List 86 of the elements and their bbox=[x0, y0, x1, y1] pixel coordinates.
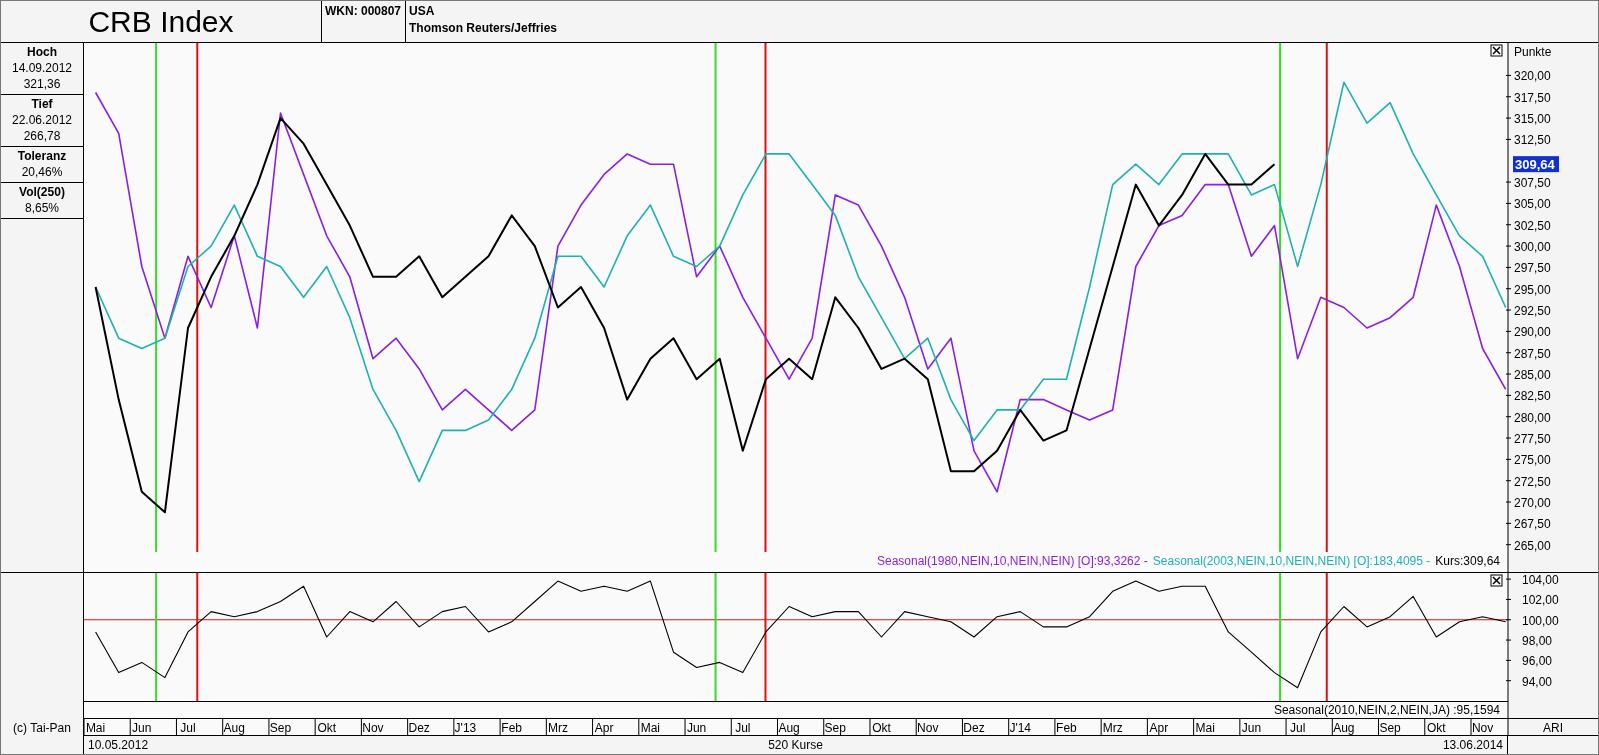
start-date: 10.05.2012 bbox=[88, 738, 150, 753]
price-tag: 309,64 bbox=[1513, 156, 1559, 173]
y-tick-label: 317,50 bbox=[1514, 90, 1551, 105]
y-tick-label: 98,00 bbox=[1522, 634, 1553, 649]
y-tick-label: 94,00 bbox=[1522, 674, 1553, 689]
count-label: 520 Kurse bbox=[768, 738, 823, 753]
month-label: Mai bbox=[640, 721, 661, 735]
month-label: Feb bbox=[501, 721, 522, 735]
stat-value: 22.06.2012 bbox=[11, 112, 73, 128]
month-label: Sep bbox=[1379, 721, 1401, 735]
month-label: Nov bbox=[1471, 721, 1494, 735]
stat-value: 14.09.2012 bbox=[11, 60, 73, 76]
legend-label: Seasonal(2003,NEIN,10,NEIN,NEIN) [O]:183,4095 - bbox=[1152, 554, 1431, 568]
close-icon[interactable] bbox=[1490, 574, 1503, 587]
copyright-label: (c) Tai-Pan bbox=[12, 719, 72, 736]
y-tick-label: 305,00 bbox=[1514, 197, 1551, 212]
month-label: Jul bbox=[180, 721, 196, 735]
y-tick-label: 267,50 bbox=[1514, 517, 1551, 532]
month-label: Mrz bbox=[1102, 721, 1123, 735]
month-label: Jun bbox=[132, 721, 152, 735]
stat-label: Toleranz bbox=[17, 148, 67, 164]
y-tick-label: 280,00 bbox=[1514, 410, 1551, 425]
month-label: Sep bbox=[269, 721, 292, 735]
month-label: Apr bbox=[1149, 721, 1169, 735]
y-tick-label: 265,00 bbox=[1514, 538, 1551, 553]
chart-title: CRB Index bbox=[88, 4, 234, 39]
month-label: Okt bbox=[872, 721, 891, 735]
month-label: J'13 bbox=[454, 721, 477, 735]
y-tick-label: 275,00 bbox=[1514, 453, 1551, 468]
y-tick-label: 302,50 bbox=[1514, 218, 1551, 233]
y-tick-label: 297,50 bbox=[1514, 261, 1551, 276]
month-label: Apr bbox=[594, 721, 614, 735]
indicator-legend: Seasonal(2010,NEIN,2,NEIN,JA) :95,1594 bbox=[1273, 703, 1500, 717]
y-tick-label: 104,00 bbox=[1522, 573, 1559, 588]
month-label: Jun bbox=[686, 721, 707, 735]
y-tick-label: 292,50 bbox=[1514, 304, 1551, 319]
stat-value: 266,78 bbox=[23, 128, 61, 144]
wkn-label: WKN: 000807 bbox=[325, 4, 402, 18]
month-label: Dez bbox=[963, 721, 985, 735]
month-label: Jun bbox=[1241, 721, 1262, 735]
close-icon[interactable] bbox=[1490, 44, 1503, 57]
axis-unit: Punkte bbox=[1514, 45, 1552, 59]
month-label: Jul bbox=[1289, 721, 1306, 735]
month-label: Okt bbox=[1427, 721, 1446, 735]
month-label: Mai bbox=[1195, 721, 1215, 735]
end-date: 13.06.2014 bbox=[1442, 738, 1503, 753]
country-label: USA bbox=[409, 4, 436, 18]
month-label: Aug bbox=[223, 721, 245, 735]
stat-value: 8,65% bbox=[25, 200, 59, 216]
y-tick-label: 272,50 bbox=[1514, 474, 1551, 489]
month-label: Jul bbox=[735, 721, 751, 735]
stat-value: 321,36 bbox=[23, 76, 61, 92]
y-tick-label: 287,50 bbox=[1514, 346, 1551, 361]
y-tick-label: 102,00 bbox=[1522, 593, 1559, 608]
stat-label: Hoch bbox=[27, 44, 57, 60]
y-tick-label: 270,00 bbox=[1514, 496, 1551, 511]
stat-label: Vol(250) bbox=[19, 184, 65, 200]
y-tick-label: 277,50 bbox=[1514, 432, 1551, 447]
y-tick-label: 315,00 bbox=[1514, 112, 1551, 127]
month-label: Aug bbox=[1333, 721, 1355, 735]
month-label: Mrz bbox=[547, 721, 568, 735]
month-label: Nov bbox=[362, 721, 384, 735]
y-tick-label: 100,00 bbox=[1522, 613, 1559, 628]
axis-unit: ARI bbox=[1543, 721, 1563, 735]
month-label: Nov bbox=[917, 721, 939, 735]
y-tick-label: 295,00 bbox=[1514, 282, 1551, 297]
stat-value: 20,46% bbox=[21, 164, 63, 180]
source-label: Thomson Reuters/Jeffries bbox=[409, 21, 558, 35]
month-label: Sep bbox=[824, 721, 846, 735]
y-tick-label: 96,00 bbox=[1522, 654, 1553, 669]
month-label: Mai bbox=[85, 721, 106, 735]
stat-label: Tief bbox=[31, 96, 53, 112]
y-tick-label: 307,50 bbox=[1514, 176, 1551, 191]
month-label: Aug bbox=[778, 721, 800, 735]
legend-label: Seasonal(1980,NEIN,10,NEIN,NEIN) [O]:93,3262 - bbox=[877, 554, 1148, 568]
y-tick-label: 312,50 bbox=[1514, 133, 1551, 148]
y-tick-label: 282,50 bbox=[1514, 389, 1551, 404]
month-label: Dez bbox=[408, 721, 430, 735]
legend-label: Kurs:309,64 bbox=[1435, 554, 1500, 568]
y-tick-label: 300,00 bbox=[1514, 240, 1551, 255]
y-tick-label: 290,00 bbox=[1514, 325, 1551, 340]
month-label: Feb bbox=[1056, 721, 1077, 735]
month-label: J'14 bbox=[1009, 721, 1032, 735]
y-tick-label: 320,00 bbox=[1514, 69, 1551, 84]
month-label: Okt bbox=[317, 721, 337, 735]
y-tick-label: 285,00 bbox=[1514, 368, 1551, 383]
